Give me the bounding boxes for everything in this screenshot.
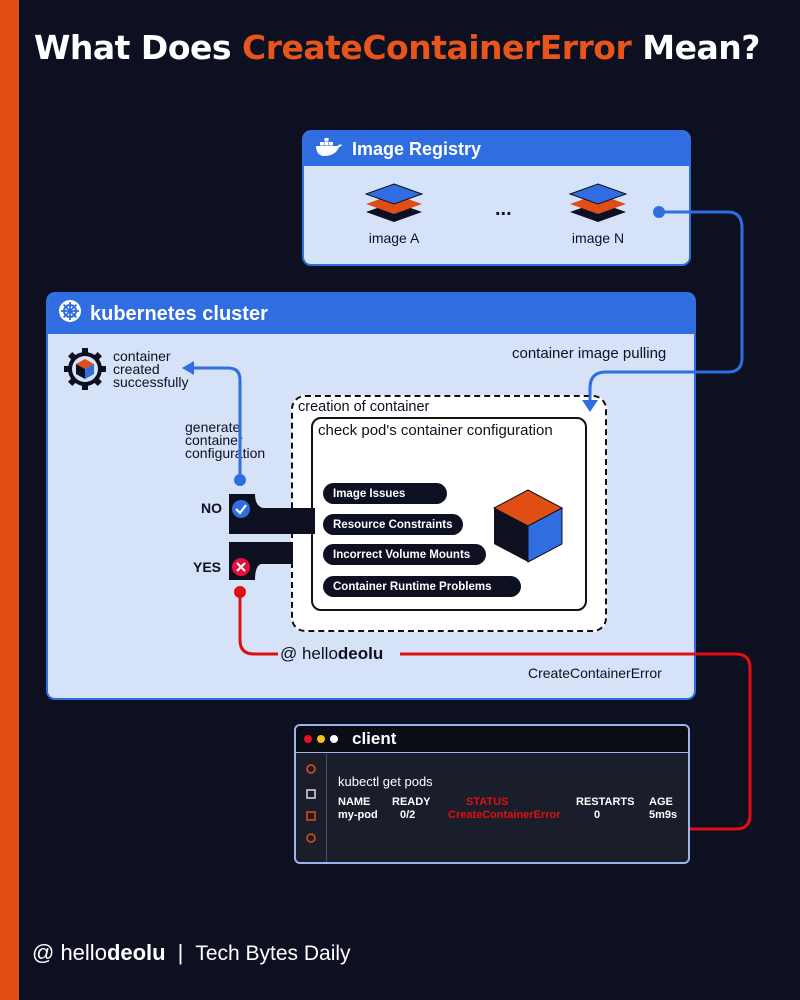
kubernetes-helm-icon (58, 299, 82, 329)
issue-pill: Incorrect Volume Mounts (323, 544, 486, 565)
footer-tagline: Tech Bytes Daily (195, 942, 351, 965)
container-cube-icon (488, 486, 568, 571)
no-tab (229, 494, 315, 541)
success-label: container created successfully (113, 348, 189, 390)
image-pulling-label: container image pulling (512, 345, 667, 362)
registry-ellipsis: ... (495, 198, 512, 220)
window-icon (306, 789, 316, 799)
maximize-dot (330, 735, 338, 743)
pod-name: my-pod (338, 809, 378, 821)
yes-tab (229, 542, 293, 587)
pod-age: 5m9s (649, 809, 678, 821)
issue-pill: Image Issues (323, 483, 447, 504)
page-title: What Does CreateContainerError Mean? (34, 28, 760, 67)
col-name-header: NAME (338, 796, 371, 808)
no-label: NO (201, 500, 222, 516)
doc-icon (306, 811, 316, 821)
issue-pill: Container Runtime Problems (323, 576, 521, 597)
terminal-titlebar: client (296, 726, 688, 753)
terminal-command: kubectl get pods (338, 774, 433, 789)
terminal-title: client (352, 729, 397, 748)
minimize-dot (317, 735, 325, 743)
image-a: image A (349, 182, 439, 246)
col-restarts-header: RESTARTS (576, 796, 635, 808)
pod-restarts: 0 (594, 809, 601, 821)
image-n-label: image N (571, 230, 625, 246)
yes-label: YES (193, 559, 222, 575)
docker-whale-icon (314, 136, 344, 163)
col-age-header: AGE (649, 796, 673, 808)
footer-separator: | (177, 940, 184, 965)
generate-config-label: generate container configuration (185, 419, 266, 461)
kubernetes-cluster-header: kubernetes cluster (48, 294, 694, 334)
image-registry-title: Image Registry (352, 138, 482, 159)
info-icon (306, 764, 316, 774)
error-edge-label: CreateContainerError (528, 665, 662, 681)
terminal-sidebar (296, 754, 327, 862)
creation-label: creation of container (298, 399, 430, 415)
settings-icon (306, 833, 316, 843)
left-accent-bar (0, 0, 19, 1000)
check-config-label: check pod's container configuration (318, 422, 553, 439)
issue-pill: Resource Constraints (323, 514, 463, 535)
image-layers-icon (568, 183, 628, 222)
pod-status: CreateContainerError (448, 809, 561, 821)
col-status-header: STATUS (466, 796, 509, 808)
image-registry-header: Image Registry (304, 132, 689, 166)
col-ready-header: READY (392, 796, 431, 808)
image-layers-icon (364, 183, 424, 222)
image-n: image N (553, 182, 643, 246)
gear-cube-icon (62, 346, 108, 397)
footer: @ hellodeolu | Tech Bytes Daily (32, 940, 351, 966)
kubernetes-cluster-title: kubernetes cluster (90, 302, 268, 325)
footer-handle: @ hellodeolu (32, 940, 166, 965)
client-terminal: client kubectl get pods NAME READY STATU… (294, 724, 690, 864)
watermark: @ hellodeolu (280, 644, 384, 663)
title-highlight: CreateContainerError (242, 28, 632, 67)
pod-ready: 0/2 (400, 809, 416, 821)
image-a-label: image A (368, 230, 420, 246)
close-dot (304, 735, 312, 743)
